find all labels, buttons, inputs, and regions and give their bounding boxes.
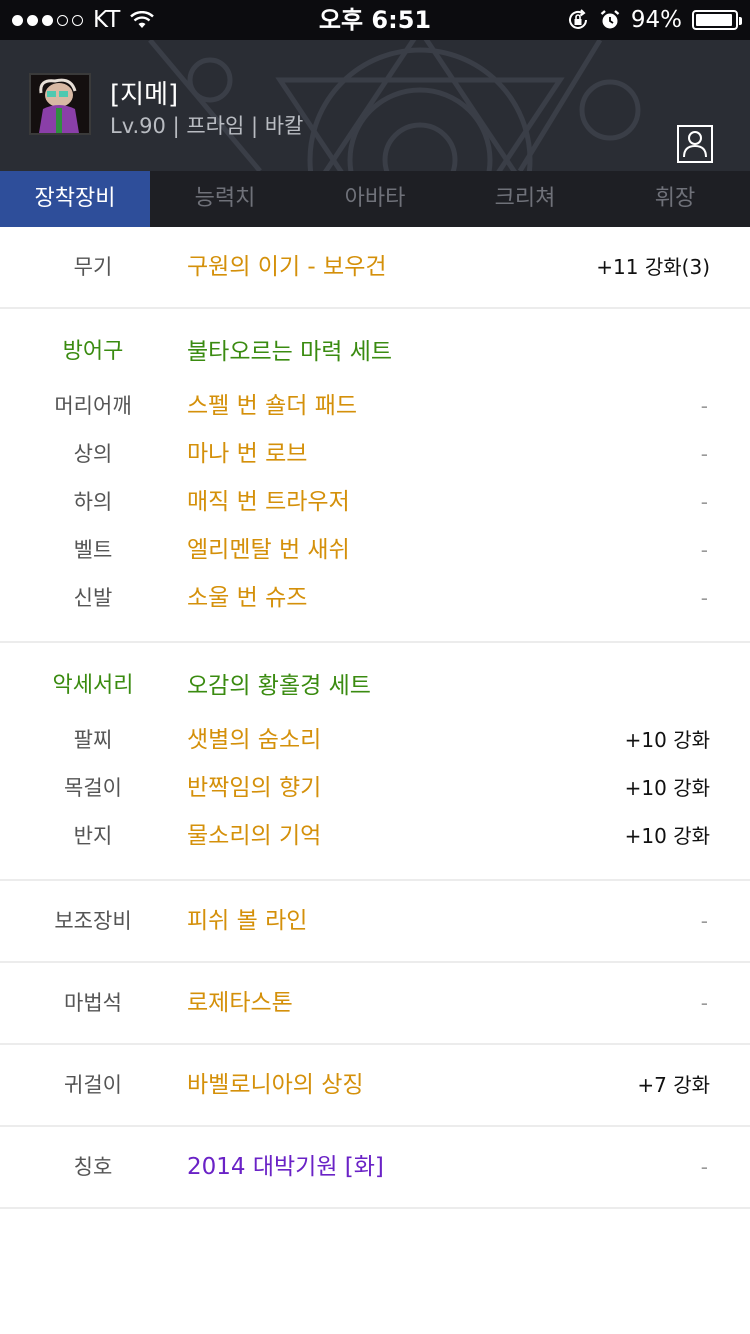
- item-name: 마나 번 로브: [187, 441, 308, 467]
- status-bar: KT 오후 6:51 94%: [0, 0, 750, 40]
- item-name: 반짝임의 향기: [187, 775, 322, 801]
- tab-equipment[interactable]: 장착장비: [0, 171, 150, 227]
- status-right: 94%: [567, 0, 742, 40]
- enhance-level: -: [700, 490, 708, 514]
- enhance-level: -: [700, 394, 708, 418]
- battery-icon: [692, 10, 742, 30]
- tab-avatar[interactable]: 아바타: [300, 171, 450, 227]
- slot-label: 머리어깨: [54, 394, 132, 418]
- character-portrait-icon: [31, 75, 89, 133]
- item-name: 샛별의 숨소리: [187, 727, 322, 753]
- sub-equipment-section: 보조장비 피쉬 볼 라인 -: [0, 881, 750, 963]
- enhance-level: -: [700, 909, 708, 933]
- enhance-level: -: [700, 1155, 708, 1179]
- enhance-level: +7 강화: [637, 1073, 710, 1097]
- equipment-row-bracelet[interactable]: 팔찌 샛별의 숨소리 +10 강화: [0, 716, 750, 764]
- slot-label: 보조장비: [54, 909, 132, 933]
- avatar[interactable]: [29, 73, 91, 135]
- armor-set-row[interactable]: 방어구 불타오르는 마력 세트: [0, 328, 750, 376]
- item-name: 바벨로니아의 상징: [187, 1072, 364, 1098]
- magic-stone-section: 마법석 로제타스톤 -: [0, 963, 750, 1045]
- enhance-level: -: [700, 442, 708, 466]
- equipment-row-title[interactable]: 칭호 2014 대박기원 [화] -: [0, 1143, 750, 1191]
- person-icon: [683, 131, 707, 158]
- equipment-row-belt[interactable]: 벨트 엘리멘탈 번 새쉬 -: [0, 526, 750, 574]
- character-info: Lv.90 | 프라임 | 바칼: [110, 114, 304, 138]
- enhance-level: -: [700, 991, 708, 1015]
- profile-button[interactable]: [677, 125, 713, 163]
- set-category-label: 악세서리: [52, 673, 134, 698]
- alarm-icon: [600, 10, 620, 29]
- equipment-row-top[interactable]: 상의 마나 번 로브 -: [0, 430, 750, 478]
- equipment-row-shoulder[interactable]: 머리어깨 스펠 번 숄더 패드 -: [0, 382, 750, 430]
- earring-section: 귀걸이 바벨로니아의 상징 +7 강화: [0, 1045, 750, 1127]
- slot-label: 귀걸이: [64, 1073, 122, 1097]
- equipment-row-shoes[interactable]: 신발 소울 번 슈즈 -: [0, 574, 750, 622]
- tab-bar: 장착장비 능력치 아바타 크리쳐 휘장: [0, 171, 750, 227]
- enhance-level: +11 강화(3): [596, 255, 710, 279]
- tab-emblem[interactable]: 휘장: [600, 171, 750, 227]
- equipment-row-magic-stone[interactable]: 마법석 로제타스톤 -: [0, 979, 750, 1027]
- item-name: 로제타스톤: [187, 990, 293, 1016]
- enhance-level: +10 강화: [624, 776, 710, 800]
- set-name: 불타오르는 마력 세트: [187, 339, 393, 365]
- set-category-label: 방어구: [62, 339, 124, 364]
- equipment-row-necklace[interactable]: 목걸이 반짝임의 향기 +10 강화: [0, 764, 750, 812]
- armor-section: 방어구 불타오르는 마력 세트 머리어깨 스펠 번 숄더 패드 - 상의 마나 …: [0, 309, 750, 643]
- rotation-lock-icon: [568, 9, 587, 29]
- item-name: 매직 번 트라우저: [187, 489, 350, 515]
- accessory-set-row[interactable]: 악세서리 오감의 황홀경 세트: [0, 662, 750, 710]
- weapon-section: 무기 구원의 이기 - 보우건 +11 강화(3): [0, 227, 750, 309]
- character-name: [지메]: [110, 80, 179, 110]
- item-name: 피쉬 볼 라인: [187, 908, 308, 934]
- slot-label: 반지: [73, 824, 113, 848]
- equipment-row-bottom[interactable]: 하의 매직 번 트라우저 -: [0, 478, 750, 526]
- item-name: 2014 대박기원 [화]: [187, 1154, 384, 1180]
- equipment-row-sub[interactable]: 보조장비 피쉬 볼 라인 -: [0, 897, 750, 945]
- slot-label: 벨트: [73, 538, 113, 562]
- title-section: 칭호 2014 대박기원 [화] -: [0, 1127, 750, 1209]
- enhance-level: -: [700, 538, 708, 562]
- slot-label: 상의: [73, 442, 113, 466]
- equipment-row-earring[interactable]: 귀걸이 바벨로니아의 상징 +7 강화: [0, 1061, 750, 1109]
- slot-label: 마법석: [64, 991, 122, 1015]
- battery-percent: 94%: [630, 7, 682, 33]
- set-name: 오감의 황홀경 세트: [187, 673, 371, 699]
- item-name: 소울 번 슈즈: [187, 585, 308, 611]
- item-name: 엘리멘탈 번 새쉬: [187, 537, 350, 563]
- item-name: 구원의 이기 - 보우건: [187, 254, 387, 280]
- item-name: 스펠 번 숄더 패드: [187, 393, 358, 419]
- slot-label: 신발: [73, 586, 113, 610]
- profile-header: [지메] Lv.90 | 프라임 | 바칼: [0, 40, 750, 171]
- enhance-level: -: [700, 586, 708, 610]
- slot-label: 하의: [73, 490, 113, 514]
- slot-label: 목걸이: [64, 776, 122, 800]
- accessory-section: 악세서리 오감의 황홀경 세트 팔찌 샛별의 숨소리 +10 강화 목걸이 반짝…: [0, 643, 750, 881]
- equipment-row-ring[interactable]: 반지 물소리의 기억 +10 강화: [0, 812, 750, 860]
- slot-label: 무기: [73, 255, 113, 279]
- tab-creature[interactable]: 크리쳐: [450, 171, 600, 227]
- item-name: 물소리의 기억: [187, 823, 322, 849]
- enhance-level: +10 강화: [624, 824, 710, 848]
- slot-label: 칭호: [73, 1155, 113, 1179]
- tab-stats[interactable]: 능력치: [150, 171, 300, 227]
- enhance-level: +10 강화: [624, 728, 710, 752]
- equipment-row-weapon[interactable]: 무기 구원의 이기 - 보우건 +11 강화(3): [0, 243, 750, 291]
- slot-label: 팔찌: [73, 728, 113, 752]
